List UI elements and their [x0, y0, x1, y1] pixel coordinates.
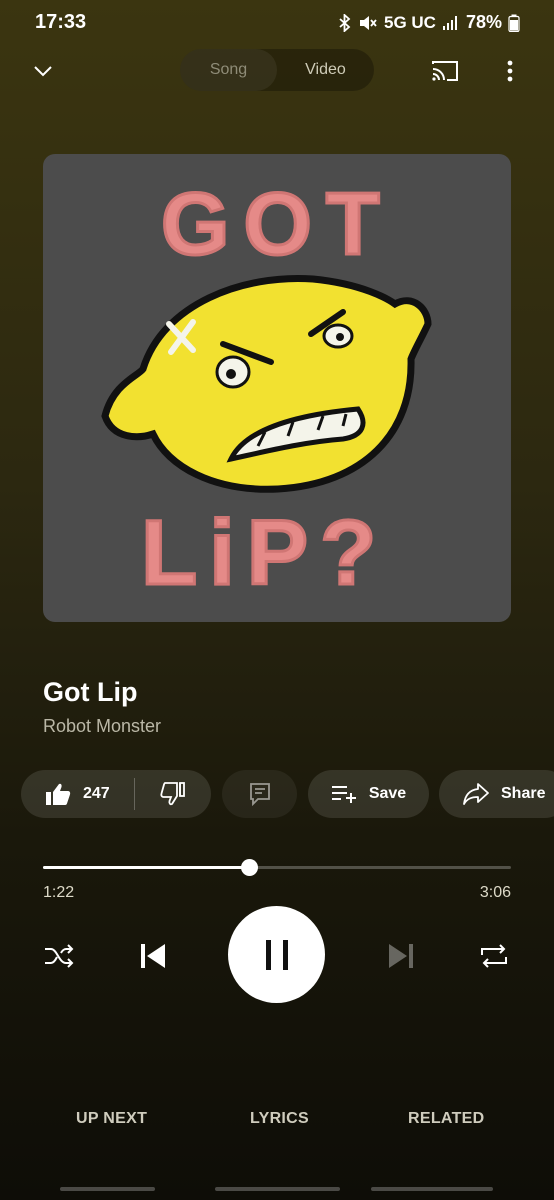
mute-icon [358, 14, 378, 32]
shuffle-icon [45, 944, 74, 968]
skip-next-icon [389, 944, 413, 968]
tab-lyrics[interactable]: LYRICS [250, 1110, 309, 1128]
like-count: 247 [83, 785, 110, 802]
current-time: 1:22 [43, 884, 75, 901]
tab-related-indicator [371, 1187, 493, 1191]
cast-icon [432, 61, 458, 81]
lemon-face-illustration [101, 274, 432, 493]
album-art-text-top: GOT [161, 174, 394, 273]
collapse-player-button[interactable] [26, 56, 60, 86]
seek-bar-progress [43, 866, 249, 869]
tab-song[interactable]: Song [180, 49, 277, 91]
album-art-text-bottom: LiP? [141, 502, 388, 604]
pause-icon [265, 939, 288, 970]
comments-button[interactable] [222, 770, 297, 818]
total-time: 3:06 [479, 884, 511, 901]
thumbs-up-icon [46, 783, 71, 805]
repeat-icon [481, 944, 507, 968]
save-label: Save [368, 785, 407, 802]
save-button[interactable]: Save [308, 770, 429, 818]
thumbs-down-icon [160, 782, 185, 806]
track-artist[interactable]: Robot Monster [43, 716, 161, 737]
tab-up-next[interactable]: UP NEXT [76, 1110, 147, 1128]
status-bar: 17:33 5G UC 78% [0, 0, 554, 48]
play-pause-button[interactable] [228, 906, 325, 1003]
song-video-toggle: Song Video [180, 49, 374, 91]
shuffle-button[interactable] [39, 936, 79, 976]
more-options-button[interactable] [494, 56, 526, 86]
next-button[interactable] [379, 934, 423, 978]
tab-lyrics-indicator [215, 1187, 340, 1191]
status-time: 17:33 [35, 11, 87, 33]
more-vert-icon [507, 60, 513, 82]
signal-icon [442, 15, 460, 31]
bluetooth-icon [338, 13, 352, 32]
like-dislike-group: 247 [21, 770, 211, 818]
playlist-add-icon [331, 786, 356, 803]
battery-icon [508, 14, 520, 32]
track-title: Got Lip [43, 677, 138, 707]
network-label: 5G UC [384, 12, 436, 32]
tab-related[interactable]: RELATED [408, 1110, 484, 1128]
skip-previous-icon [141, 944, 165, 968]
share-icon [463, 783, 489, 805]
battery-percent: 78% [465, 12, 502, 32]
comment-icon [249, 783, 270, 806]
share-label: Share [501, 785, 546, 802]
repeat-button[interactable] [474, 936, 514, 976]
tab-up-next-indicator [60, 1187, 155, 1191]
like-button[interactable]: 247 [21, 770, 134, 818]
previous-button[interactable] [131, 934, 175, 978]
chevron-down-icon [34, 66, 52, 77]
dislike-button[interactable] [135, 770, 211, 818]
cast-button[interactable] [428, 56, 462, 86]
tab-video[interactable]: Video [277, 49, 374, 91]
album-art: GOT LiP? [43, 154, 511, 622]
share-button[interactable]: Share [439, 770, 554, 818]
status-icons: 5G UC 78% [338, 12, 520, 33]
seek-bar-thumb[interactable] [241, 859, 258, 876]
